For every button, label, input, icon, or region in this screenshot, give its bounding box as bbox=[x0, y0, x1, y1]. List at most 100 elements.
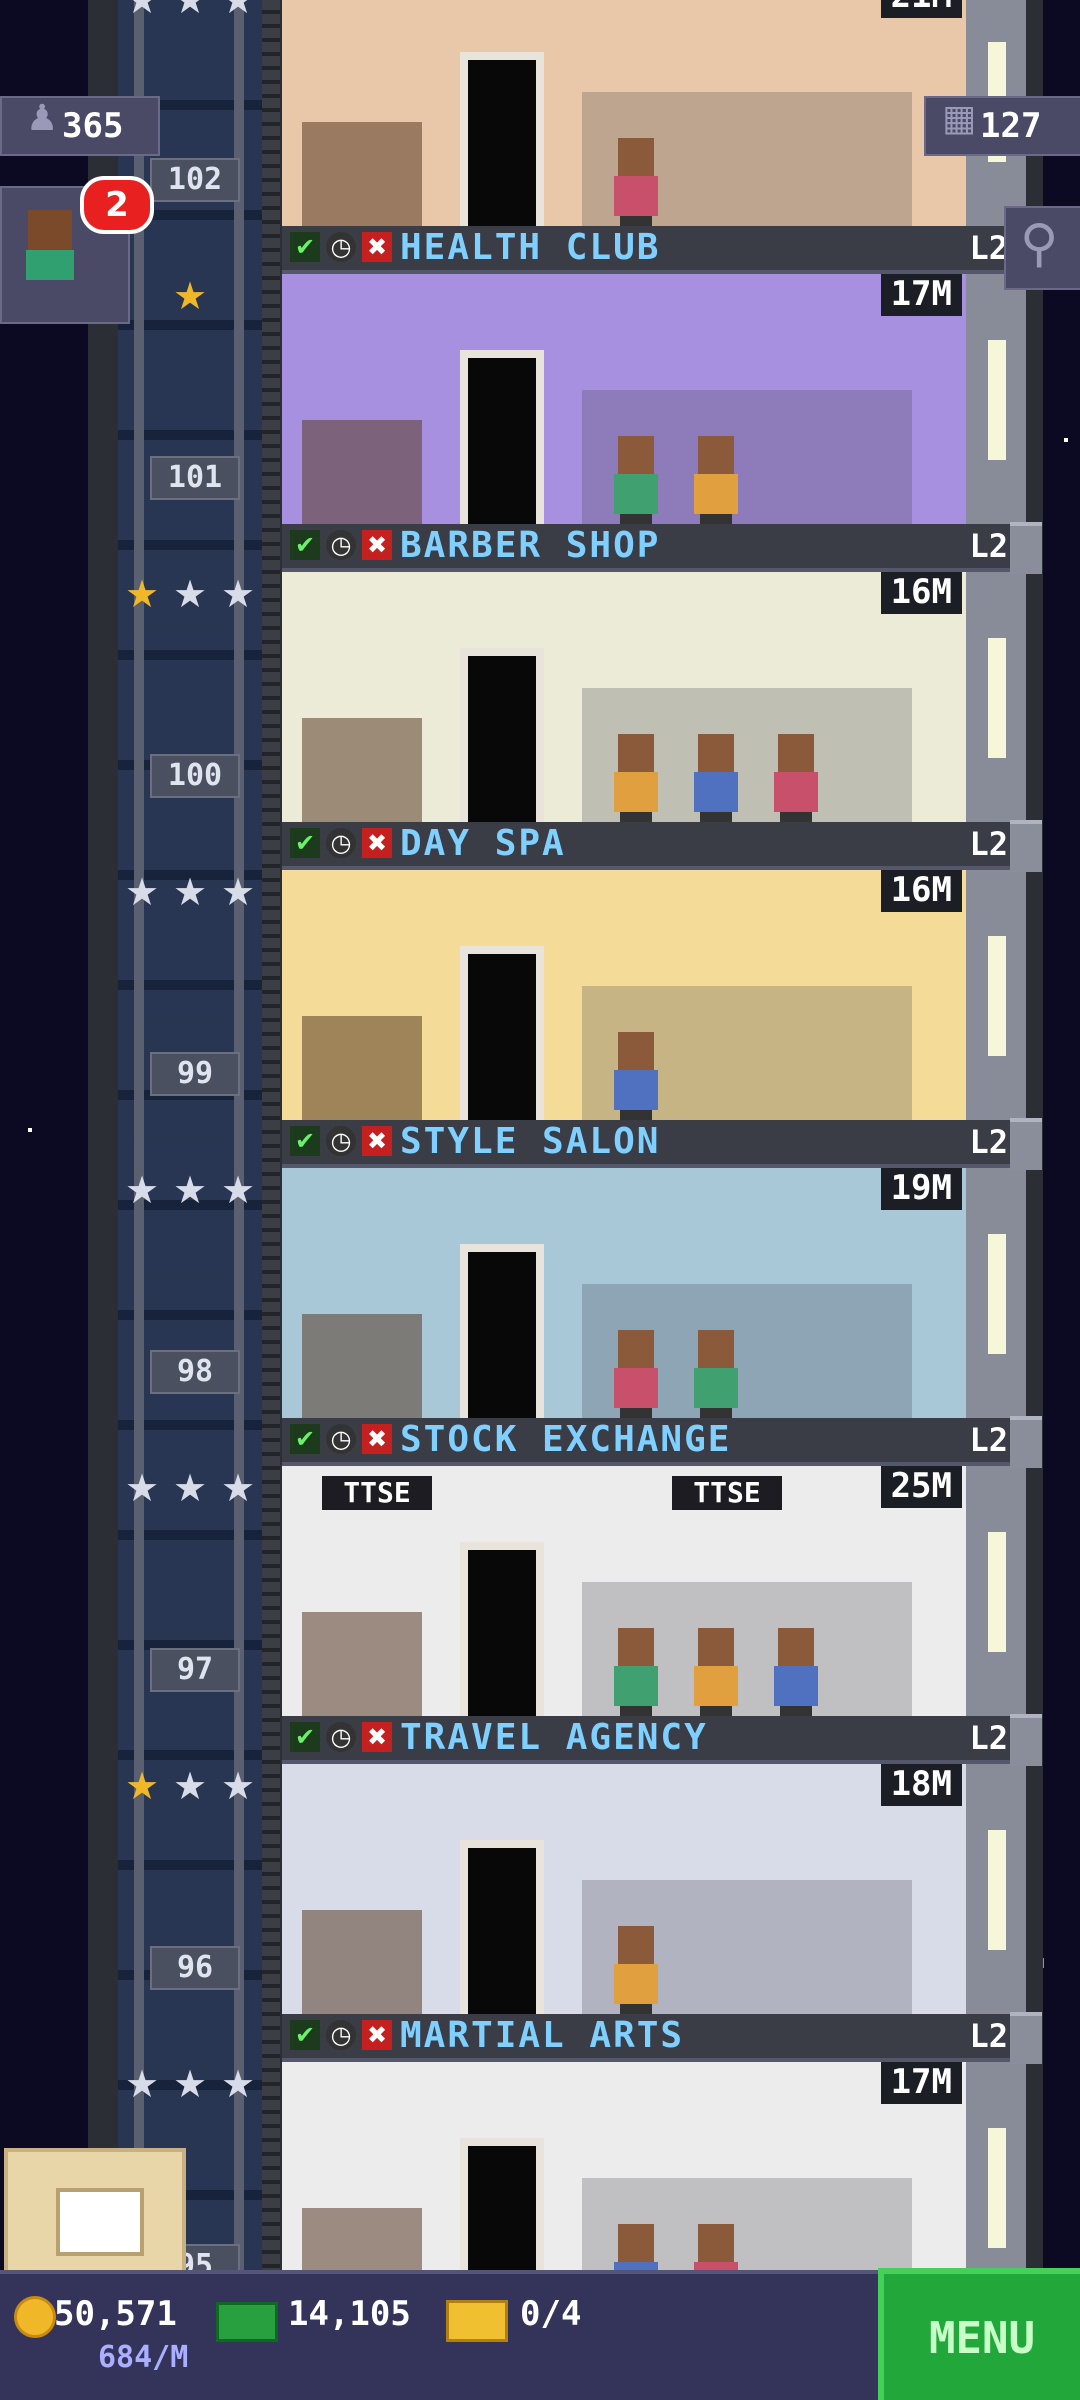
cross-icon: ✖ bbox=[362, 530, 392, 560]
floors-counter[interactable]: ▦ 127 bbox=[924, 96, 1080, 156]
floor-level: L2 bbox=[969, 229, 1008, 267]
floor-name: BARBER SHOP bbox=[400, 525, 661, 566]
elevator-door bbox=[460, 946, 544, 1128]
coins-rate: 684/M bbox=[98, 2340, 189, 2375]
floor-room[interactable]: 21M bbox=[282, 0, 966, 252]
tower-window bbox=[988, 936, 1006, 1056]
star-icon: ★ bbox=[220, 1764, 256, 1808]
floor-status-icons: ✔ ◷ ✖ bbox=[290, 1424, 398, 1456]
wall-ledge bbox=[1010, 1118, 1042, 1170]
floor-name: STOCK EXCHANGE bbox=[400, 1419, 732, 1460]
floor-level: L2 bbox=[969, 825, 1008, 863]
earnings-label: 16M bbox=[880, 868, 962, 912]
game-stage: 21MCANDLE SHOP17M✔◷✖HEALTH CLUBL216M✔◷✖B… bbox=[0, 0, 1080, 2400]
bitizen-character[interactable] bbox=[612, 1628, 660, 1724]
star-icon: ★ bbox=[220, 1168, 256, 1212]
magnifier-icon: ⚲ bbox=[1020, 214, 1059, 274]
bux-icon bbox=[216, 2302, 278, 2342]
floor-header[interactable]: ✔ ◷ ✖ STYLE SALON L2 bbox=[282, 1120, 1022, 1168]
clock-icon: ◷ bbox=[326, 232, 356, 262]
bitizen-character[interactable] bbox=[612, 1032, 660, 1128]
elevator-rail bbox=[262, 0, 280, 2290]
floor-level: L2 bbox=[969, 527, 1008, 565]
clock-icon: ◷ bbox=[326, 1126, 356, 1156]
star-icon: ★ bbox=[172, 2062, 208, 2106]
population-value: 365 bbox=[62, 106, 124, 146]
floor-header[interactable]: ✔ ◷ ✖ STOCK EXCHANGE L2 bbox=[282, 1418, 1022, 1466]
floor-number: 98 bbox=[150, 1350, 240, 1394]
bitizen-character[interactable] bbox=[692, 436, 740, 532]
menu-button[interactable]: MENU bbox=[878, 2268, 1080, 2400]
bitizen-character[interactable] bbox=[772, 1628, 820, 1724]
star-icon: ★ bbox=[172, 0, 208, 22]
tickets-value: 0/4 bbox=[520, 2294, 582, 2334]
star-icon: ★ bbox=[220, 572, 256, 616]
star-rating: ★ bbox=[118, 274, 268, 318]
floor-number: 101 bbox=[150, 456, 240, 500]
stock-sign: TTSE bbox=[672, 1476, 782, 1510]
floor-level: L2 bbox=[969, 1719, 1008, 1757]
tower-window bbox=[988, 1234, 1006, 1354]
floor-room[interactable]: 19M bbox=[282, 1164, 966, 1444]
bitizen-character[interactable] bbox=[612, 734, 660, 830]
star-icon: ★ bbox=[220, 2062, 256, 2106]
floor-name: DAY SPA bbox=[400, 823, 566, 864]
star-icon: ★ bbox=[172, 1466, 208, 1510]
bitizen-character[interactable] bbox=[692, 1330, 740, 1426]
checkmark-icon: ✔ bbox=[290, 1126, 320, 1156]
floor-name: TRAVEL AGENCY bbox=[400, 1717, 708, 1758]
furniture bbox=[302, 718, 422, 830]
floor-level: L2 bbox=[969, 1421, 1008, 1459]
floor-status-icons: ✔ ◷ ✖ bbox=[290, 530, 398, 562]
tower-window bbox=[988, 638, 1006, 758]
checkmark-icon: ✔ bbox=[290, 232, 320, 262]
population-counter[interactable]: ♟ 365 bbox=[0, 96, 160, 156]
star-icon: ★ bbox=[220, 1466, 256, 1510]
floor-header[interactable]: ✔ ◷ ✖ DAY SPA L2 bbox=[282, 822, 1022, 870]
checkmark-icon: ✔ bbox=[290, 1424, 320, 1454]
furniture bbox=[302, 1910, 422, 2022]
crate-button[interactable] bbox=[4, 2148, 186, 2286]
earnings-label: 25M bbox=[880, 1464, 962, 1508]
earnings-label: 19M bbox=[880, 1166, 962, 1210]
earnings-label: 16M bbox=[880, 570, 962, 614]
floor-header[interactable]: ✔ ◷ ✖ MARTIAL ARTS L2 bbox=[282, 2014, 1022, 2062]
clock-icon: ◷ bbox=[326, 2020, 356, 2050]
star-rating: ★ ★ ★ bbox=[118, 1168, 268, 1212]
elevator-door bbox=[460, 52, 544, 234]
floor-level: L2 bbox=[969, 2017, 1008, 2055]
star-icon: ★ bbox=[124, 870, 160, 914]
elevator-cable bbox=[134, 0, 144, 2290]
background-star bbox=[28, 1128, 32, 1132]
floor-room[interactable]: 16M bbox=[282, 866, 966, 1146]
bitizen-character[interactable] bbox=[612, 1330, 660, 1426]
earnings-label: 17M bbox=[880, 2060, 962, 2104]
search-button[interactable]: ⚲ bbox=[1004, 206, 1080, 290]
bitizen-character[interactable] bbox=[612, 1926, 660, 2022]
floor-room[interactable]: 16M bbox=[282, 568, 966, 848]
tower-window bbox=[988, 1532, 1006, 1652]
stock-sign: TTSE bbox=[322, 1476, 432, 1510]
floor-name: STYLE SALON bbox=[400, 1121, 661, 1162]
star-icon: ★ bbox=[172, 870, 208, 914]
earnings-label: 17M bbox=[880, 272, 962, 316]
floor-header[interactable]: ✔ ◷ ✖ TRAVEL AGENCY L2 bbox=[282, 1716, 1022, 1764]
elevator-door bbox=[460, 1840, 544, 2022]
bitizen-character[interactable] bbox=[772, 734, 820, 830]
floor-room[interactable]: 17M bbox=[282, 270, 966, 550]
tower-window bbox=[988, 1830, 1006, 1950]
bitizen-character[interactable] bbox=[612, 436, 660, 532]
wall-ledge bbox=[1010, 522, 1042, 574]
bitizen-character[interactable] bbox=[692, 734, 740, 830]
bitizen-character[interactable] bbox=[692, 1628, 740, 1724]
floor-header[interactable]: ✔ ◷ ✖ BARBER SHOP L2 bbox=[282, 524, 1022, 572]
earnings-label: 18M bbox=[880, 1762, 962, 1806]
clock-icon: ◷ bbox=[326, 828, 356, 858]
floor-header[interactable]: ✔ ◷ ✖ HEALTH CLUB L2 bbox=[282, 226, 1022, 274]
checkmark-icon: ✔ bbox=[290, 530, 320, 560]
floor-status-icons: ✔ ◷ ✖ bbox=[290, 828, 398, 860]
floor-room[interactable]: 18M bbox=[282, 1760, 966, 2040]
furniture bbox=[302, 122, 422, 234]
bitizen-character[interactable] bbox=[612, 138, 660, 234]
star-rating: ★ ★ ★ bbox=[118, 0, 268, 22]
